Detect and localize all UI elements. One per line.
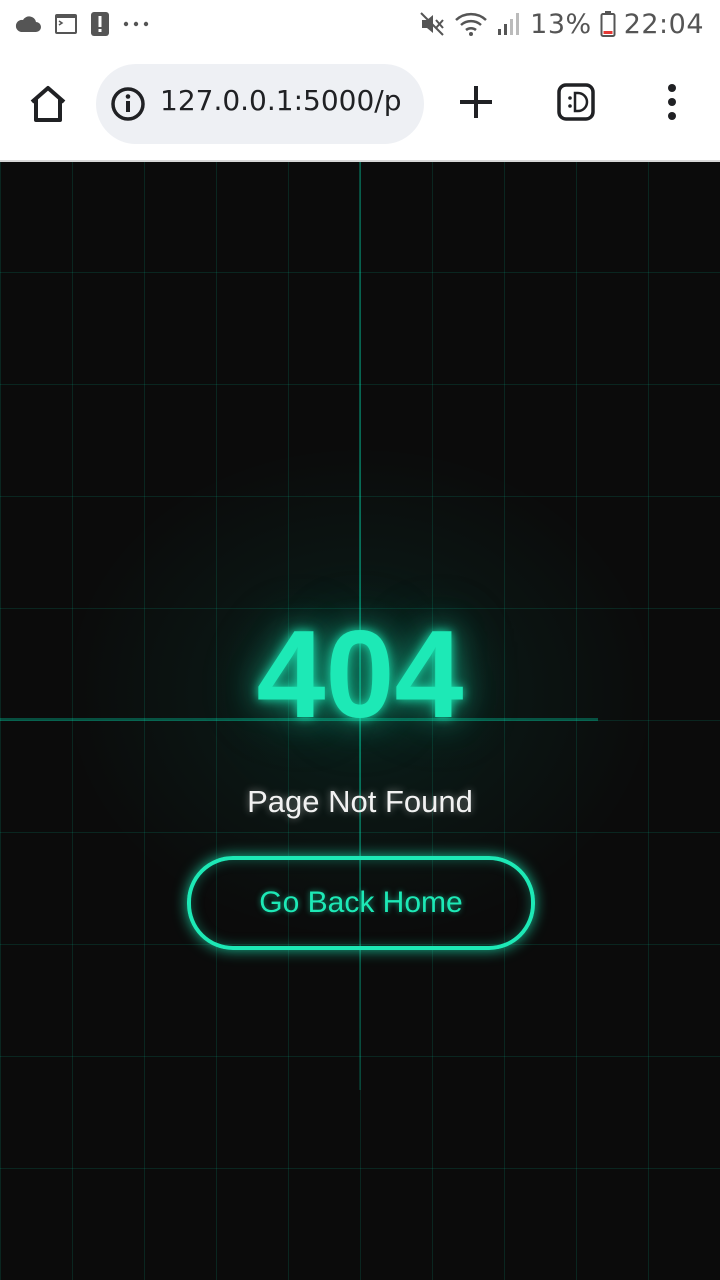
page-viewport: 404 Page Not Found Go Back Home xyxy=(0,162,720,1280)
error-code: 404 xyxy=(256,606,464,744)
menu-icon[interactable] xyxy=(656,82,688,122)
cloud-icon xyxy=(15,16,41,32)
notification-icons xyxy=(14,10,150,38)
alert-icon xyxy=(91,12,109,36)
address-bar[interactable]: 127.0.0.1:5000/p xyxy=(96,64,424,144)
error-message: Page Not Found xyxy=(247,784,473,819)
new-tab-icon[interactable] xyxy=(456,82,496,122)
url-text[interactable]: 127.0.0.1:5000/p xyxy=(160,84,402,117)
clock: 22:04 xyxy=(623,8,704,40)
browser-toolbar: 127.0.0.1:5000/p xyxy=(0,48,720,162)
home-icon[interactable] xyxy=(24,80,72,128)
info-icon[interactable] xyxy=(110,86,146,122)
wifi-icon xyxy=(455,12,488,36)
status-bar: 13% 22:04 xyxy=(0,0,720,48)
more-notifications-icon xyxy=(123,21,149,27)
terminal-icon xyxy=(55,14,77,34)
tab-switcher-icon[interactable] xyxy=(556,82,596,122)
system-status: 13% 22:04 xyxy=(418,8,704,40)
signal-icon xyxy=(498,13,520,35)
go-back-home-button[interactable]: Go Back Home xyxy=(187,856,535,950)
mute-icon xyxy=(420,12,444,36)
battery-icon xyxy=(600,11,616,37)
battery-percent: 13% xyxy=(530,8,592,40)
